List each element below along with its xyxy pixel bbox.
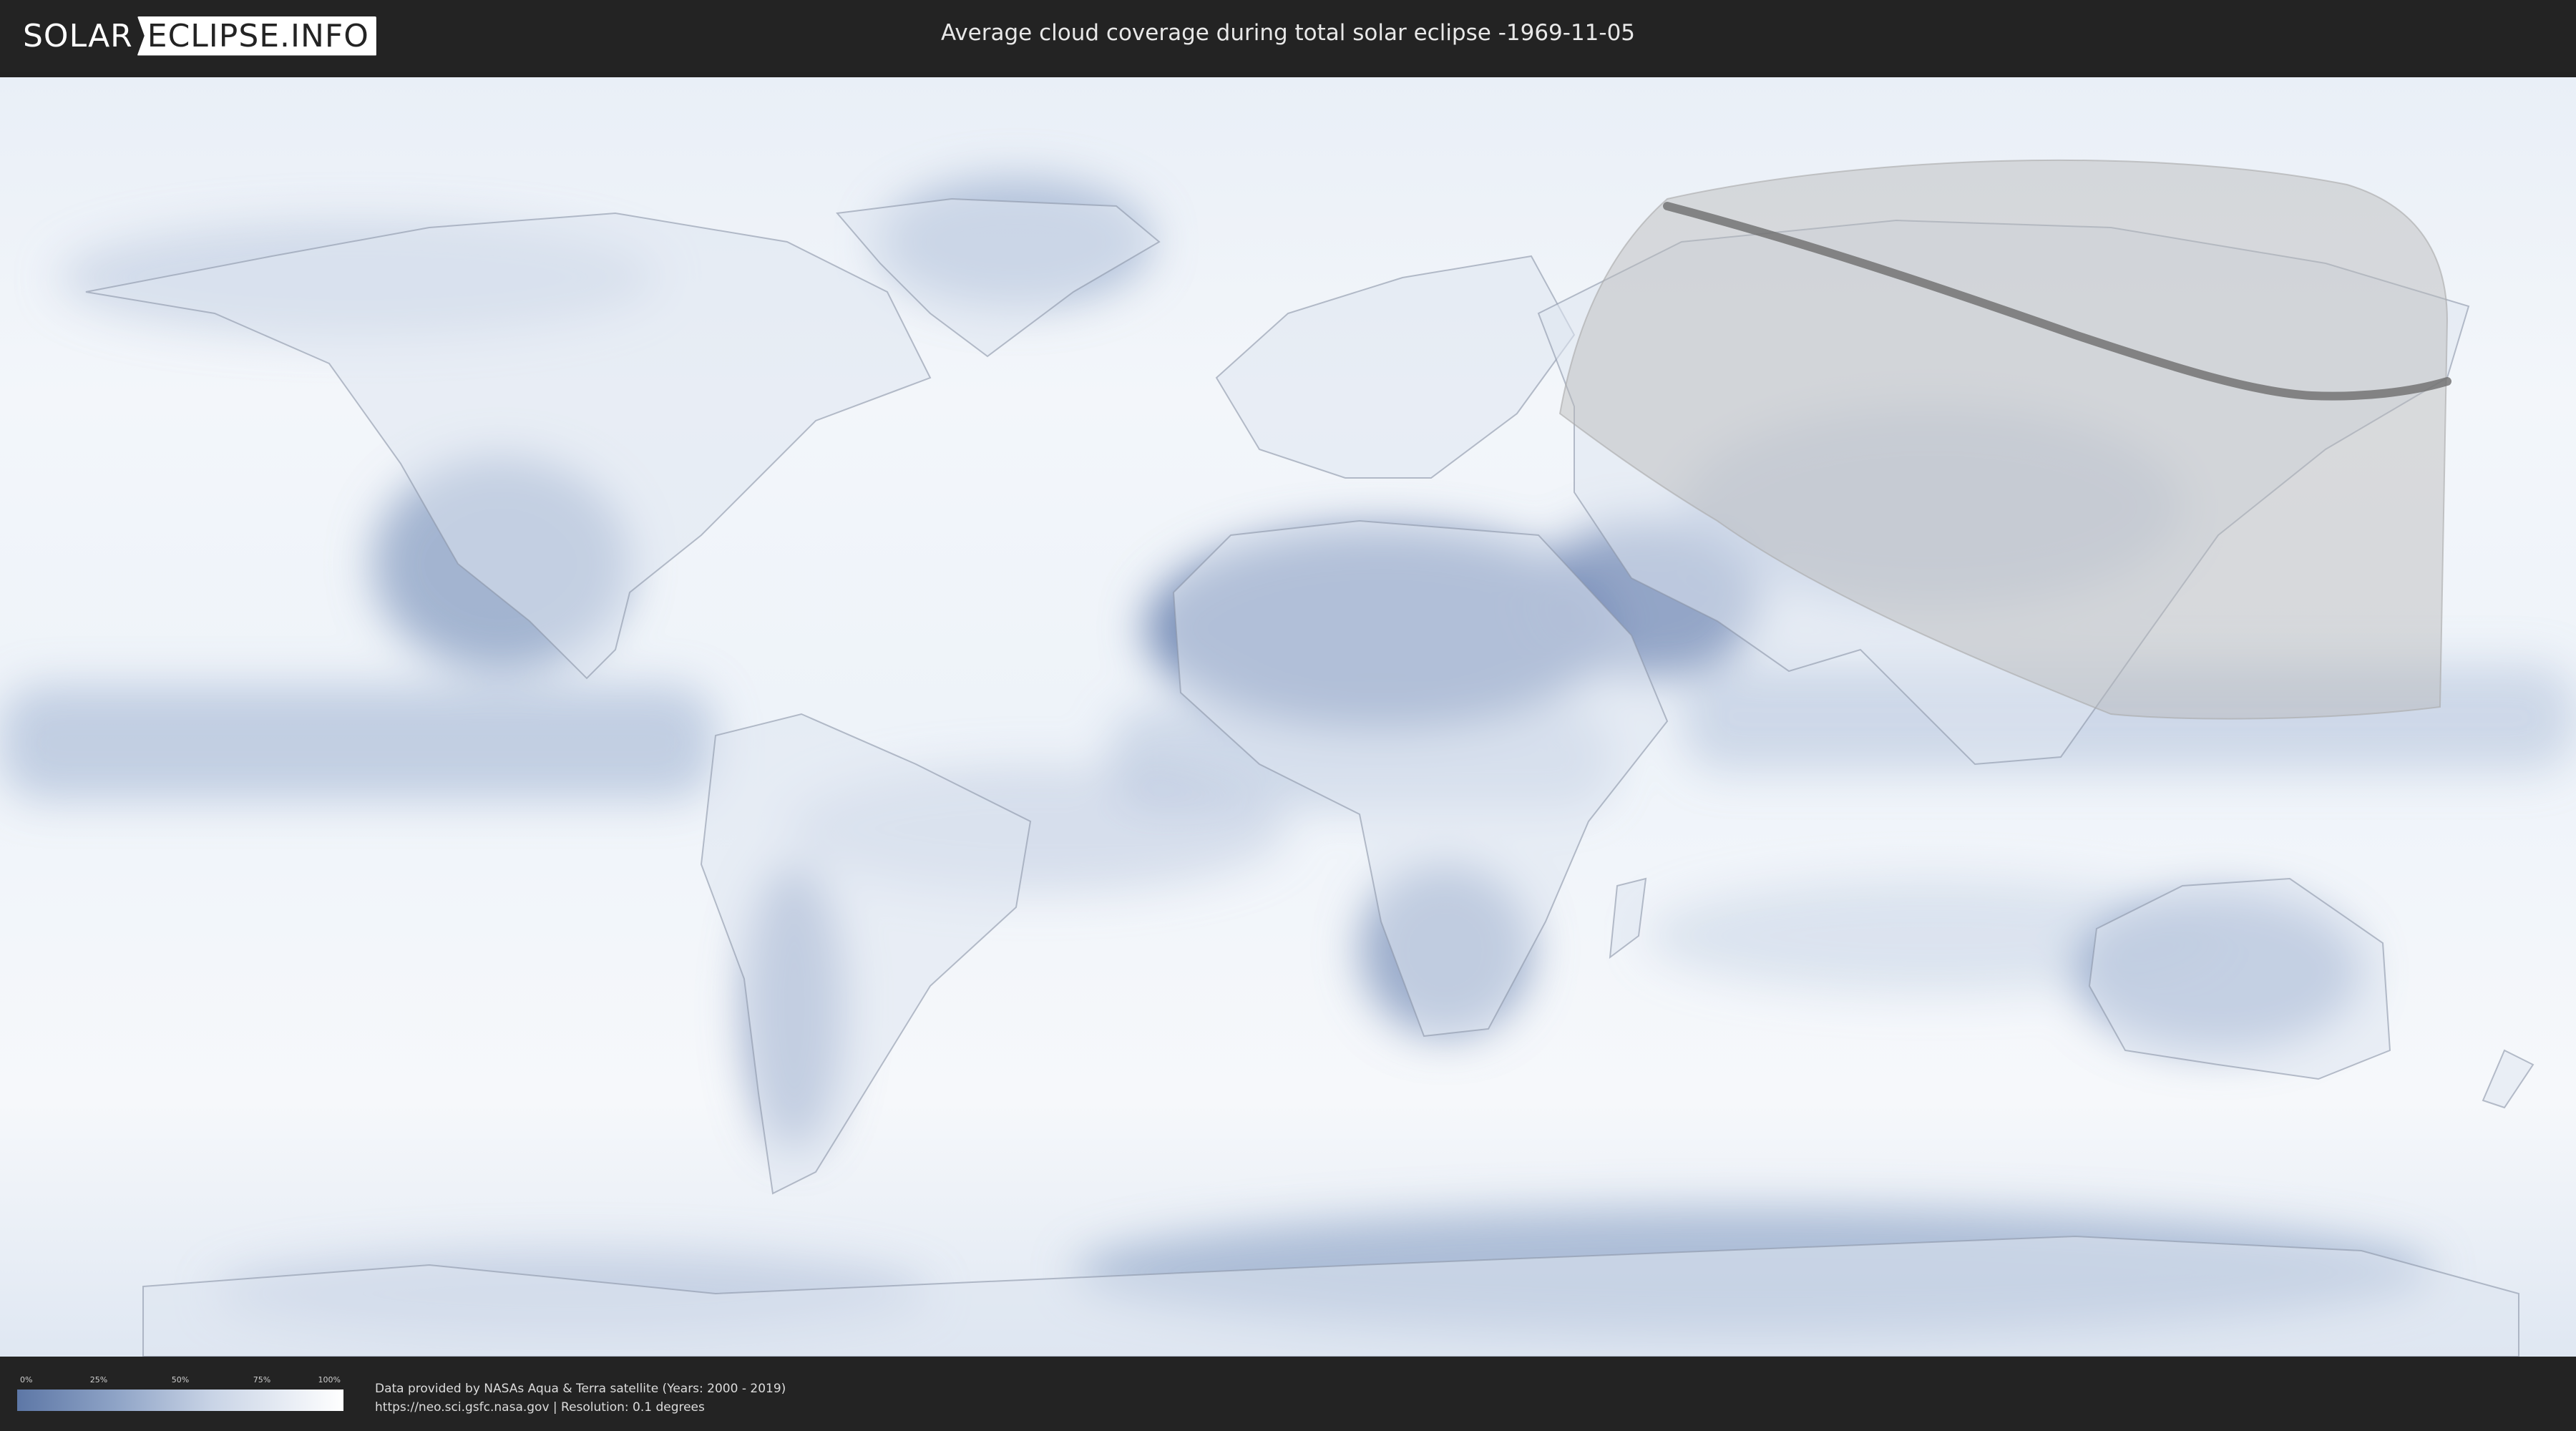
legend-label-25: 25% [89, 1375, 108, 1384]
legend-label-75: 75% [253, 1375, 271, 1384]
data-credits: Data provided by NASAs Aqua & Terra sate… [375, 1379, 786, 1417]
legend-color-bar [17, 1390, 343, 1411]
legend-label-0: 0% [20, 1375, 33, 1384]
credits-source: Data provided by NASAs Aqua & Terra sate… [375, 1382, 786, 1396]
legend-labels: 0% 25% 50% 75% 100% [17, 1375, 343, 1385]
header-bar: SOLAR ECLIPSE.INFO Average cloud coverag… [0, 0, 2576, 72]
cloud-coverage-map[interactable] [0, 77, 2576, 1357]
legend-label-100: 100% [318, 1375, 341, 1384]
cloud-coverage-legend: 0% 25% 50% 75% 100% [17, 1375, 343, 1411]
credits-url[interactable]: https://neo.sci.gsfc.nasa.gov | Resoluti… [375, 1398, 786, 1417]
footer-bar: 0% 25% 50% 75% 100% Data provided by NAS… [0, 1357, 2576, 1431]
map-canvas [0, 77, 2576, 1357]
legend-label-50: 50% [171, 1375, 190, 1384]
page-title: Average cloud coverage during total sola… [940, 20, 1636, 46]
